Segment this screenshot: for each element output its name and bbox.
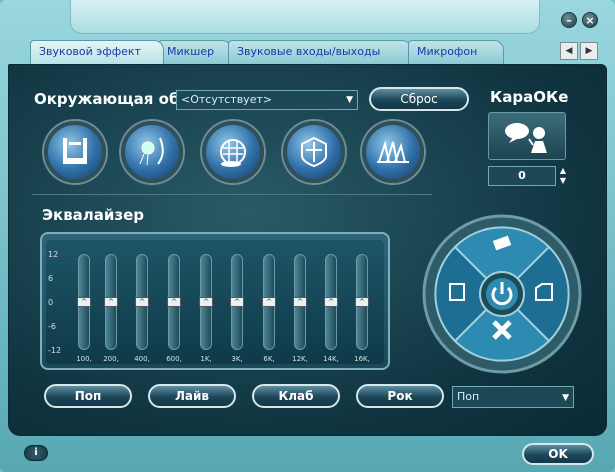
eq-slider-knob[interactable]: ^ — [199, 297, 213, 307]
close-icon[interactable]: × — [582, 12, 598, 28]
karaoke-value-field[interactable]: 0 — [488, 166, 556, 186]
colosseum-icon — [301, 136, 327, 168]
tab-label: Микрофон — [417, 45, 478, 58]
eq-frequency-label: 600, — [166, 355, 182, 363]
preset-label: Клаб — [278, 389, 314, 403]
info-button[interactable]: i — [24, 445, 48, 461]
preset-label: Поп — [74, 389, 102, 403]
db-label: -6 — [48, 322, 56, 331]
minimize-icon[interactable]: – — [561, 12, 577, 28]
eq-slider-knob[interactable]: ^ — [293, 297, 307, 307]
db-label: 6 — [48, 274, 54, 283]
preset-select[interactable]: Поп ▼ — [452, 386, 574, 408]
tab-audio-io[interactable]: Звуковые входы/выходы — [228, 40, 412, 64]
eq-frequency-label: 16K, — [354, 355, 370, 363]
environment-stadium-button[interactable] — [202, 121, 264, 183]
tab-label: Микшер — [167, 45, 215, 58]
eq-slider-knob[interactable]: ^ — [230, 297, 244, 307]
tab-scroll-left-button[interactable]: ◀ — [560, 42, 578, 60]
db-label: 12 — [48, 250, 59, 259]
section-divider — [32, 194, 432, 195]
info-icon: i — [34, 447, 38, 458]
control-wheel — [422, 214, 582, 374]
environment-shower-button[interactable] — [121, 121, 183, 183]
preset-label: Рок — [387, 389, 413, 403]
db-label: -12 — [48, 346, 62, 355]
preset-selected-value: Поп — [457, 390, 480, 403]
environment-label: Окружающая обстановка — [34, 90, 182, 108]
chevron-down-icon: ▼ — [562, 393, 569, 403]
eq-frequency-label: 1K, — [200, 355, 212, 363]
tab-mixer[interactable]: Микшер — [158, 40, 232, 64]
eq-slider-knob[interactable]: ^ — [77, 297, 91, 307]
karaoke-stepper[interactable]: ▲ ▼ — [558, 166, 568, 186]
ok-button-label: OK — [548, 447, 568, 461]
preset-rock-button[interactable]: Рок — [356, 384, 444, 408]
eq-frequency-label: 14K, — [323, 355, 339, 363]
preset-label: Лайв — [174, 389, 210, 403]
tab-microphone[interactable]: Микрофон — [408, 40, 504, 64]
environment-bathroom-button[interactable] — [44, 121, 106, 183]
tab-label: Звуковые входы/выходы — [237, 45, 381, 58]
reset-button-label: Сброс — [400, 92, 438, 106]
eq-slider-knob[interactable]: ^ — [135, 297, 149, 307]
eq-slider-knob[interactable]: ^ — [104, 297, 118, 307]
tab-scroll-right-button[interactable]: ▶ — [580, 42, 598, 60]
karaoke-title: КараОКе — [490, 88, 569, 106]
tab-sound-effect[interactable]: Звуковой эффект — [30, 40, 164, 64]
power-button[interactable] — [479, 271, 525, 317]
db-label: 0 — [48, 298, 54, 307]
equalizer-title: Эквалайзер — [42, 206, 145, 224]
eq-frequency-label: 100, — [76, 355, 92, 363]
tab-bar: Звуковой эффект Микшер Звуковые входы/вы… — [8, 40, 608, 64]
title-banner — [70, 0, 540, 34]
stadium-icon — [220, 139, 246, 167]
bathroom-icon — [63, 138, 87, 164]
environment-opera-house-button[interactable] — [362, 121, 424, 183]
eq-frequency-label: 6K, — [263, 355, 275, 363]
eq-frequency-label: 400, — [134, 355, 150, 363]
eq-slider-knob[interactable]: ^ — [167, 297, 181, 307]
preset-live-button[interactable]: Лайв — [148, 384, 236, 408]
ok-button[interactable]: OK — [522, 443, 594, 465]
eq-slider-knob[interactable]: ^ — [355, 297, 369, 307]
opera-house-icon — [377, 140, 409, 163]
eq-frequency-label: 12K, — [292, 355, 308, 363]
tab-label: Звуковой эффект — [39, 45, 141, 58]
environment-selected-value: <Отсутствует> — [181, 93, 273, 106]
shower-icon — [139, 137, 164, 166]
eq-slider-knob[interactable]: ^ — [262, 297, 276, 307]
eq-slider-knob[interactable]: ^ — [324, 297, 338, 307]
eq-frequency-label: 200, — [103, 355, 119, 363]
preset-club-button[interactable]: Клаб — [252, 384, 340, 408]
environment-select[interactable]: <Отсутствует> ▼ — [176, 90, 358, 110]
karaoke-button[interactable] — [488, 112, 566, 160]
audio-manager-window: – × Звуковой эффект Микшер Звуковые вход… — [0, 0, 615, 472]
reset-button[interactable]: Сброс — [369, 87, 469, 111]
preset-pop-button[interactable]: Поп — [44, 384, 132, 408]
eq-frequency-label: 3K, — [231, 355, 243, 363]
environment-colosseum-button[interactable] — [283, 121, 345, 183]
chevron-down-icon: ▼ — [346, 95, 353, 105]
karaoke-icon — [505, 123, 547, 153]
